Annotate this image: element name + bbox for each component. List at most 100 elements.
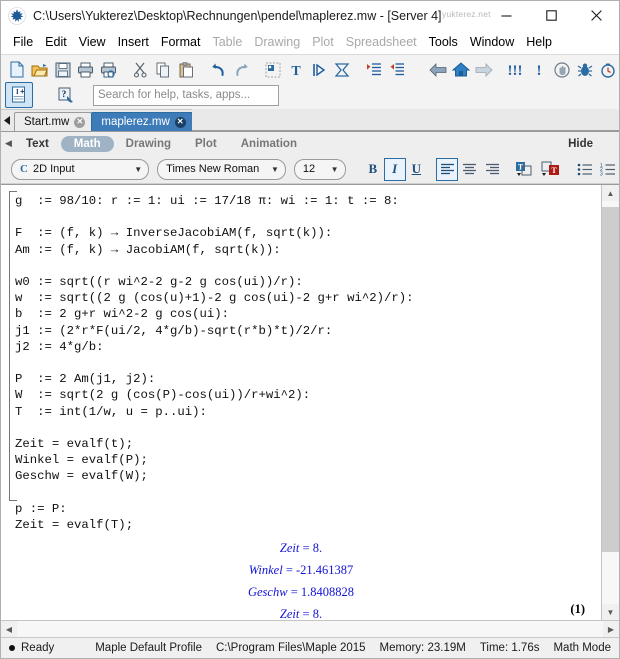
horizontal-scrollbar[interactable]: ◀ ▶ <box>1 620 619 637</box>
menu-format[interactable]: Format <box>155 33 207 51</box>
code-line: T := int(1/w, u = p..ui): <box>15 404 207 419</box>
print-icon[interactable] <box>74 57 97 82</box>
context-bar: ◀ Text Math Drawing Plot Animation Hide … <box>1 132 619 184</box>
open-folder-icon[interactable] <box>28 57 51 82</box>
text-insert-icon[interactable]: I + <box>5 82 33 108</box>
underline-button[interactable]: U <box>406 158 428 181</box>
maple-logo-icon <box>8 6 26 25</box>
menu-table: Table <box>212 35 243 49</box>
bold-button[interactable]: B <box>362 158 384 181</box>
result-value: 8. <box>312 607 323 620</box>
code-line: j1 := (2*r*F(ui/2, 4*g/b)-sqrt(r*b)*t)/2… <box>15 323 333 338</box>
bullet-list-button[interactable] <box>574 158 597 181</box>
menu-view[interactable]: View <box>73 33 112 51</box>
tab-animation: Animation <box>240 137 297 150</box>
minimize-button[interactable] <box>484 1 529 30</box>
interrupt-icon[interactable]: ! <box>527 57 550 82</box>
svg-text:T: T <box>291 64 301 78</box>
search-input[interactable]: Search for help, tasks, apps... <box>93 84 279 106</box>
numbered-list-button[interactable]: 123 <box>596 158 619 181</box>
tab-math[interactable]: Math <box>60 135 114 152</box>
indent-left-icon[interactable] <box>386 57 409 82</box>
menu-tools[interactable]: Tools <box>423 33 464 51</box>
document-tab-start[interactable]: Start.mw ✕ <box>14 112 93 131</box>
svg-text:!!!: !!! <box>508 63 523 78</box>
input-mode-value: 2D Input <box>32 163 75 175</box>
execute-group-icon[interactable] <box>308 57 331 82</box>
horizontal-scroll-track[interactable] <box>17 621 603 637</box>
home-icon[interactable] <box>449 57 472 82</box>
align-left-button[interactable] <box>435 157 459 181</box>
document-tab-close-icon[interactable]: ✕ <box>74 116 86 128</box>
code-line: W := sqrt(2 g (cos(P)-cos(ui))/r+wi^2): <box>15 388 311 403</box>
scroll-down-icon[interactable]: ▼ <box>602 604 619 620</box>
status-memory: Memory: 23.19M <box>379 642 466 654</box>
vertical-scrollbar[interactable]: ▲ ▼ <box>601 185 619 620</box>
tab-text[interactable]: Text <box>14 136 61 152</box>
document-tab-close-icon[interactable]: ✕ <box>174 116 186 128</box>
result-equals: = <box>282 563 297 577</box>
execute-worksheet-icon[interactable] <box>331 57 354 82</box>
redo-arrow-icon[interactable] <box>230 57 253 82</box>
forward-arrow-icon[interactable] <box>472 57 495 82</box>
tab-plot: Plot <box>195 137 217 150</box>
clock-icon[interactable] <box>596 57 619 82</box>
document-tab-maplerez[interactable]: maplerez.mw ✕ <box>91 112 193 131</box>
undo-arrow-icon[interactable] <box>207 57 230 82</box>
font-family-select[interactable]: Times New Roman ▼ <box>157 158 286 180</box>
menu-edit[interactable]: Edit <box>39 33 73 51</box>
cut-scissors-icon[interactable] <box>129 57 152 82</box>
status-bar: Ready Maple Default Profile C:\Program F… <box>1 637 619 658</box>
paste-icon[interactable] <box>175 57 198 82</box>
vertical-scroll-thumb[interactable] <box>602 207 619 552</box>
help-icon[interactable]: ? <box>53 83 79 108</box>
scroll-right-icon[interactable]: ▶ <box>603 621 619 637</box>
input-mode-select[interactable]: C 2D Input ▼ <box>11 158 150 180</box>
highlight-color-button[interactable]: T <box>539 158 565 181</box>
menu-file[interactable]: File <box>7 33 39 51</box>
align-center-button[interactable] <box>458 158 481 181</box>
hide-button[interactable]: Hide <box>568 138 593 150</box>
context-tabs-row: ◀ Text Math Drawing Plot Animation Hide <box>3 132 619 155</box>
vertical-scroll-track[interactable] <box>602 201 619 604</box>
result-equals: = <box>299 607 313 620</box>
status-path: C:\Program Files\Maple 2015 <box>215 642 366 654</box>
menu-help[interactable]: Help <box>520 33 558 51</box>
back-arrow-icon[interactable] <box>426 57 449 82</box>
scroll-up-icon[interactable]: ▲ <box>602 185 619 201</box>
copy-icon[interactable] <box>152 57 175 82</box>
menu-window[interactable]: Window <box>464 33 520 51</box>
restart-icon[interactable]: !!! <box>504 57 527 82</box>
menu-bar: File Edit View Insert Format Table Drawi… <box>1 31 619 54</box>
align-right-button[interactable] <box>481 158 504 181</box>
save-icon[interactable] <box>51 57 74 82</box>
font-size-select[interactable]: 12 ▼ <box>293 158 346 180</box>
indent-right-icon[interactable] <box>363 57 386 82</box>
result-name: Zeit <box>279 607 300 620</box>
worksheet-code[interactable]: g := 98/10: r := 1: ui := 17/18 π: wi :=… <box>15 193 413 533</box>
text-input-icon[interactable]: T <box>285 57 308 82</box>
math-input-icon[interactable] <box>262 57 285 82</box>
equation-label: (1) <box>570 602 585 616</box>
chevron-down-icon: ▼ <box>134 164 143 174</box>
svg-text:3: 3 <box>600 171 603 176</box>
context-scroll-left-icon[interactable]: ◀ <box>3 138 14 149</box>
tab-scroll-left-icon[interactable] <box>1 110 14 131</box>
svg-text:+: + <box>20 87 25 96</box>
print-preview-icon[interactable] <box>97 57 120 82</box>
pan-hand-icon[interactable] <box>550 57 573 82</box>
status-profile: Maple Default Profile <box>95 642 202 654</box>
italic-button[interactable]: I <box>383 157 406 181</box>
close-button[interactable] <box>574 1 619 30</box>
worksheet-canvas[interactable]: g := 98/10: r := 1: ui := 17/18 π: wi :=… <box>1 185 601 620</box>
new-document-icon[interactable] <box>5 57 28 82</box>
scroll-left-icon[interactable]: ◀ <box>1 621 17 637</box>
debug-bug-icon[interactable] <box>573 57 596 82</box>
menu-plot: Plot <box>312 35 334 49</box>
code-line: g := 98/10: r := 1: ui := 17/18 π: wi :=… <box>15 194 399 208</box>
maximize-button[interactable] <box>529 1 574 30</box>
result-row: Geschw = 1.8408828 <box>1 581 601 603</box>
input-mode-icon: C <box>20 163 28 175</box>
text-color-button[interactable]: T <box>512 158 538 181</box>
menu-insert[interactable]: Insert <box>112 33 155 51</box>
